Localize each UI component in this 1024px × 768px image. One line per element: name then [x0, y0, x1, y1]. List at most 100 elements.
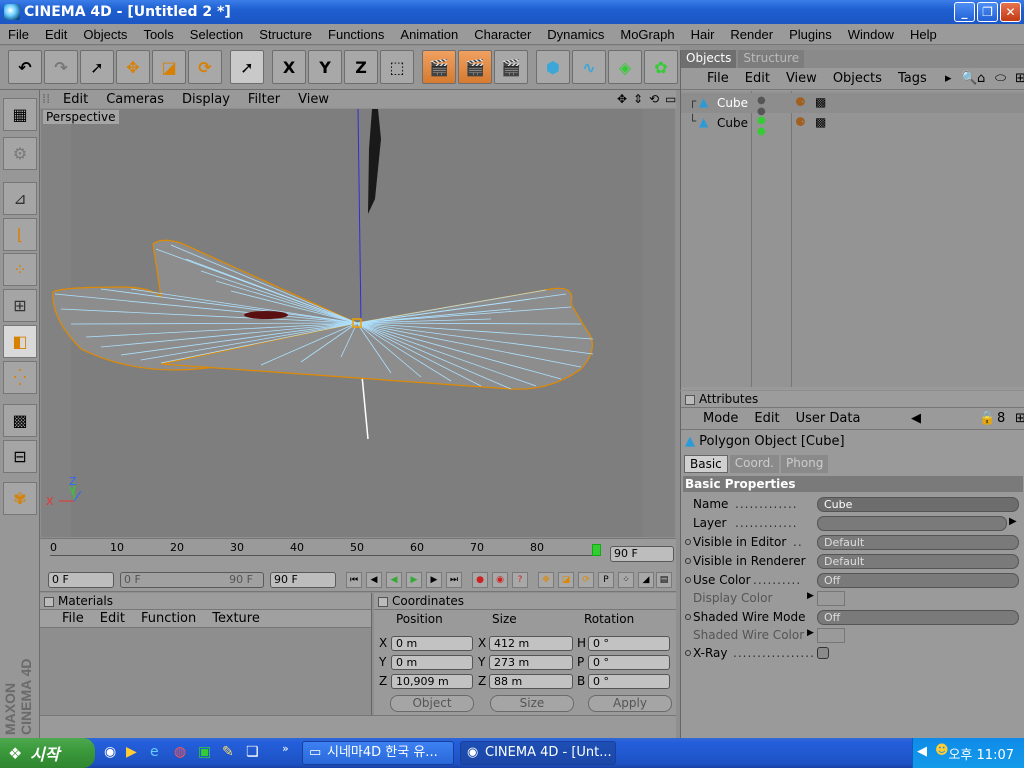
- new-panel-icon[interactable]: ⊞: [1007, 71, 1024, 86]
- animate-bullet[interactable]: [685, 614, 691, 620]
- viewport-canvas[interactable]: Z Y X: [41, 109, 675, 537]
- name-field[interactable]: Cube: [817, 497, 1019, 512]
- texture-tag-icon[interactable]: ▩: [815, 95, 826, 109]
- object-row-cube[interactable]: └ ▲ Cube ● ● ⚈ ▩: [681, 113, 1024, 137]
- select-arrow-icon[interactable]: ➚: [80, 50, 114, 84]
- viewport-menu-display[interactable]: Display: [173, 92, 239, 107]
- max-frame-field[interactable]: 90 F: [270, 572, 336, 588]
- shaded-wire-color-swatch[interactable]: [817, 628, 845, 643]
- goto-end-icon[interactable]: ⏭: [446, 572, 462, 588]
- perspective-viewport[interactable]: Z Y X Perspective: [41, 109, 675, 537]
- shaded-wire-mode-select[interactable]: Off: [817, 610, 1019, 625]
- visibility-dots-icon[interactable]: ● ●: [757, 115, 766, 137]
- start-button[interactable]: ❖ 시작: [0, 738, 95, 768]
- object-row-cube[interactable]: ┌ ▲ Cube ● ● ⚈ ▩: [681, 93, 1024, 117]
- timeline-ruler[interactable]: 0 10 20 30 40 50 60 70 80 90 F: [40, 538, 676, 568]
- end-frame-field[interactable]: 90 F: [610, 546, 674, 562]
- object-name[interactable]: Cube: [717, 116, 748, 130]
- rotate-icon[interactable]: ⟳: [188, 50, 222, 84]
- key-position-icon[interactable]: ✥: [538, 572, 554, 588]
- xray-checkbox[interactable]: [817, 647, 829, 659]
- size-y-field[interactable]: 273 m: [489, 655, 573, 670]
- z-axis-lock-button[interactable]: Z: [344, 50, 378, 84]
- app-icon[interactable]: ✎: [222, 744, 234, 760]
- timeline-settings-icon[interactable]: ▤: [656, 572, 672, 588]
- material-tag-icon[interactable]: ⚈: [795, 95, 806, 109]
- layer-field[interactable]: [817, 516, 1007, 531]
- size-z-field[interactable]: 88 m: [489, 674, 573, 689]
- objects-menu-view[interactable]: View: [778, 71, 825, 86]
- taskbar-item[interactable]: ▭ 시네마4D 한국 유...: [302, 741, 454, 765]
- position-y-field[interactable]: 0 m: [391, 655, 473, 670]
- object-name[interactable]: Cube: [717, 96, 748, 110]
- materials-menu-edit[interactable]: Edit: [92, 611, 133, 626]
- app-icon[interactable]: ❏: [246, 744, 259, 760]
- menu-edit[interactable]: Edit: [37, 27, 75, 42]
- taskbar-item-active[interactable]: ◉ CINEMA 4D - [Unt...: [460, 741, 616, 765]
- render-picture-viewer-icon[interactable]: 🎬: [458, 50, 492, 84]
- quicklaunch-expand-icon[interactable]: »: [282, 742, 289, 755]
- undo-icon[interactable]: ↶: [8, 50, 42, 84]
- menu-tools[interactable]: Tools: [135, 27, 181, 42]
- brush-tool-icon[interactable]: ✾: [3, 482, 37, 515]
- menu-help[interactable]: Help: [902, 27, 945, 42]
- materials-menu-file[interactable]: File: [54, 611, 92, 626]
- menu-dynamics[interactable]: Dynamics: [539, 27, 612, 42]
- objects-menu-tags[interactable]: Tags: [890, 71, 935, 86]
- visible-in-renderer-select[interactable]: Default: [817, 554, 1019, 569]
- menu-objects[interactable]: Objects: [75, 27, 135, 42]
- objects-menu-objects[interactable]: Objects: [825, 71, 890, 86]
- tab-objects[interactable]: Objects: [681, 50, 737, 68]
- use-color-select[interactable]: Off: [817, 573, 1019, 588]
- interpolation-icon[interactable]: ◢: [638, 572, 654, 588]
- messenger-icon[interactable]: ☻: [935, 743, 949, 758]
- animate-bullet[interactable]: [685, 558, 691, 564]
- nurbs-icon[interactable]: ◈: [608, 50, 642, 84]
- coordinate-system-icon[interactable]: ⬚: [380, 50, 414, 84]
- play-forward-icon[interactable]: ▶: [406, 572, 422, 588]
- y-axis-lock-button[interactable]: Y: [308, 50, 342, 84]
- menu-selection[interactable]: Selection: [182, 27, 251, 42]
- animate-bullet[interactable]: [685, 539, 691, 545]
- apply-button[interactable]: Apply: [588, 695, 672, 712]
- attributes-menu-mode[interactable]: Mode: [695, 411, 746, 426]
- tab-phong[interactable]: Phong: [781, 455, 829, 473]
- internet-explorer-icon[interactable]: e: [150, 744, 159, 760]
- materials-menu-texture[interactable]: Texture: [204, 611, 268, 626]
- axis-mode-icon[interactable]: ⌊: [3, 218, 37, 251]
- expand-arrow-icon[interactable]: ▶: [807, 628, 814, 638]
- scale-icon[interactable]: ◪: [152, 50, 186, 84]
- quicklaunch-icon[interactable]: ◉: [104, 744, 116, 760]
- object-mode-icon[interactable]: ⊿: [3, 182, 37, 215]
- texture-tag-icon[interactable]: ▩: [815, 115, 826, 129]
- viewport-menu-cameras[interactable]: Cameras: [97, 92, 173, 107]
- render-view-icon[interactable]: 🎬: [422, 50, 456, 84]
- excel-icon[interactable]: ▣: [198, 744, 211, 760]
- menu-window[interactable]: Window: [840, 27, 902, 42]
- move-icon[interactable]: ✥: [116, 50, 150, 84]
- polygons-mode-icon[interactable]: ◧: [3, 325, 37, 358]
- expand-arrow-icon[interactable]: ▶: [807, 591, 814, 601]
- animation-mode-icon[interactable]: ⁛: [3, 361, 37, 394]
- rotation-h-field[interactable]: 0 °: [588, 636, 670, 651]
- render-settings-icon[interactable]: 🎬: [494, 50, 528, 84]
- animate-bullet[interactable]: [685, 577, 691, 583]
- timeline-playhead[interactable]: [592, 544, 601, 556]
- attributes-menu-userdata[interactable]: User Data: [788, 411, 869, 426]
- texture-mode-icon[interactable]: ⚙: [3, 137, 37, 170]
- menu-character[interactable]: Character: [466, 27, 539, 42]
- autokey-icon[interactable]: ◉: [492, 572, 508, 588]
- tab-structure[interactable]: Structure: [738, 50, 805, 68]
- size-mode-select[interactable]: Size: [490, 695, 574, 712]
- menu-plugins[interactable]: Plugins: [781, 27, 840, 42]
- clock[interactable]: 오후 11:07: [948, 744, 1014, 763]
- tab-basic[interactable]: Basic: [684, 455, 728, 473]
- menu-functions[interactable]: Functions: [320, 27, 392, 42]
- viewport-layout-icon[interactable]: ▦: [3, 98, 37, 131]
- back-arrow-icon[interactable]: ◀: [903, 411, 929, 426]
- menu-mograph[interactable]: MoGraph: [612, 27, 682, 42]
- key-scale-icon[interactable]: ◪: [558, 572, 574, 588]
- rotation-p-field[interactable]: 0 °: [588, 655, 670, 670]
- close-button[interactable]: ✕: [1000, 2, 1021, 22]
- key-pla-icon[interactable]: ⁘: [618, 572, 634, 588]
